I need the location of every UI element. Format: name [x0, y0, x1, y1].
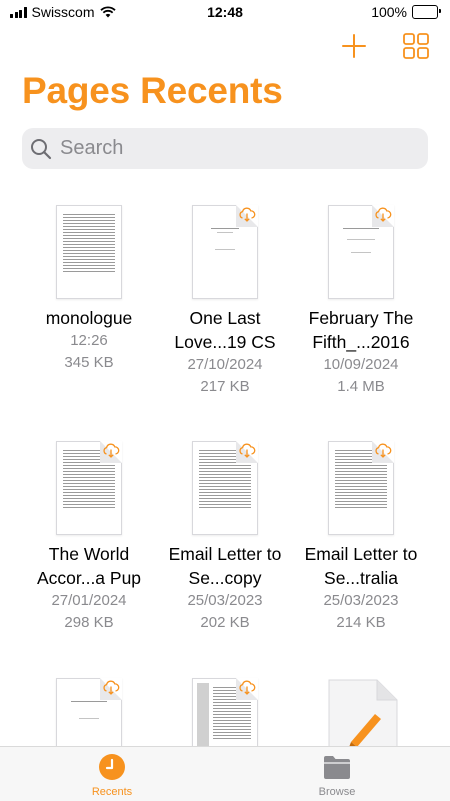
- document-name: One Last Love...19 CS: [174, 308, 276, 352]
- cloud-download-icon: [103, 680, 120, 695]
- search-icon: [31, 138, 52, 159]
- cloud-download-icon: [239, 207, 256, 222]
- cloud-download-icon: [103, 443, 120, 458]
- document-thumbnail: [192, 441, 258, 535]
- document-date: 25/03/2023: [187, 592, 263, 609]
- document-thumbnail: [328, 441, 394, 535]
- document-date: 27/01/2024: [51, 592, 127, 609]
- tab-browse[interactable]: Browse: [287, 753, 387, 798]
- document-date: 25/03/2023: [323, 592, 399, 609]
- document-thumbnail: [192, 205, 258, 299]
- clock-icon: [99, 754, 125, 780]
- battery-percent: 100%: [371, 4, 407, 20]
- document-date: 27/10/2024: [187, 356, 263, 373]
- document-name: The World Accor...a Pup: [36, 544, 142, 588]
- folder-icon: [324, 756, 350, 779]
- cloud-download-icon: [239, 443, 256, 458]
- page-title: Pages Recents: [22, 70, 283, 111]
- tab-bar: Recents Browse: [0, 746, 450, 801]
- document-size: 217 KB: [200, 378, 250, 395]
- cloud-download-icon: [375, 443, 392, 458]
- battery-icon: [412, 5, 441, 19]
- document-item[interactable]: Email Letter to Se...tralia 25/03/2023 2…: [296, 426, 426, 634]
- document-size: 345 KB: [64, 354, 114, 371]
- document-thumbnail: [328, 205, 394, 299]
- document-date: 12:26: [70, 332, 108, 349]
- document-item[interactable]: Email Letter to Se...copy 25/03/2023 202…: [160, 426, 290, 634]
- document-thumbnail: [56, 205, 122, 299]
- tab-browse-label: Browse: [318, 786, 356, 798]
- search-bar[interactable]: [22, 128, 428, 169]
- document-date: 10/09/2024: [323, 356, 399, 373]
- plus-icon: [342, 34, 366, 58]
- document-size: 214 KB: [336, 614, 386, 631]
- tab-recents-label: Recents: [91, 786, 133, 798]
- document-item[interactable]: One Last Love...19 CS 27/10/2024 217 KB: [160, 190, 290, 398]
- grid-view-icon: [403, 33, 429, 59]
- document-item[interactable]: The World Accor...a Pup 27/01/2024 298 K…: [24, 426, 154, 634]
- document-size: 202 KB: [200, 614, 250, 631]
- search-input[interactable]: [58, 136, 402, 161]
- document-name: monologue: [45, 308, 133, 328]
- view-options-button[interactable]: [402, 32, 430, 60]
- status-bar: Swisscom 12:48 100%: [0, 0, 450, 24]
- cloud-download-icon: [239, 680, 256, 695]
- document-name: Email Letter to Se...tralia: [304, 544, 418, 588]
- document-thumbnail: [56, 441, 122, 535]
- document-size: 1.4 MB: [337, 378, 385, 395]
- document-item[interactable]: February The Fifth_...2016 10/09/2024 1.…: [296, 190, 426, 398]
- document-item[interactable]: monologue 12:26 345 KB: [24, 190, 154, 374]
- tab-recents[interactable]: Recents: [62, 753, 162, 798]
- add-document-button[interactable]: [340, 32, 368, 60]
- document-name: February The Fifth_...2016: [308, 308, 414, 352]
- document-size: 298 KB: [64, 614, 114, 631]
- document-name: Email Letter to Se...copy: [168, 544, 282, 588]
- cloud-download-icon: [375, 207, 392, 222]
